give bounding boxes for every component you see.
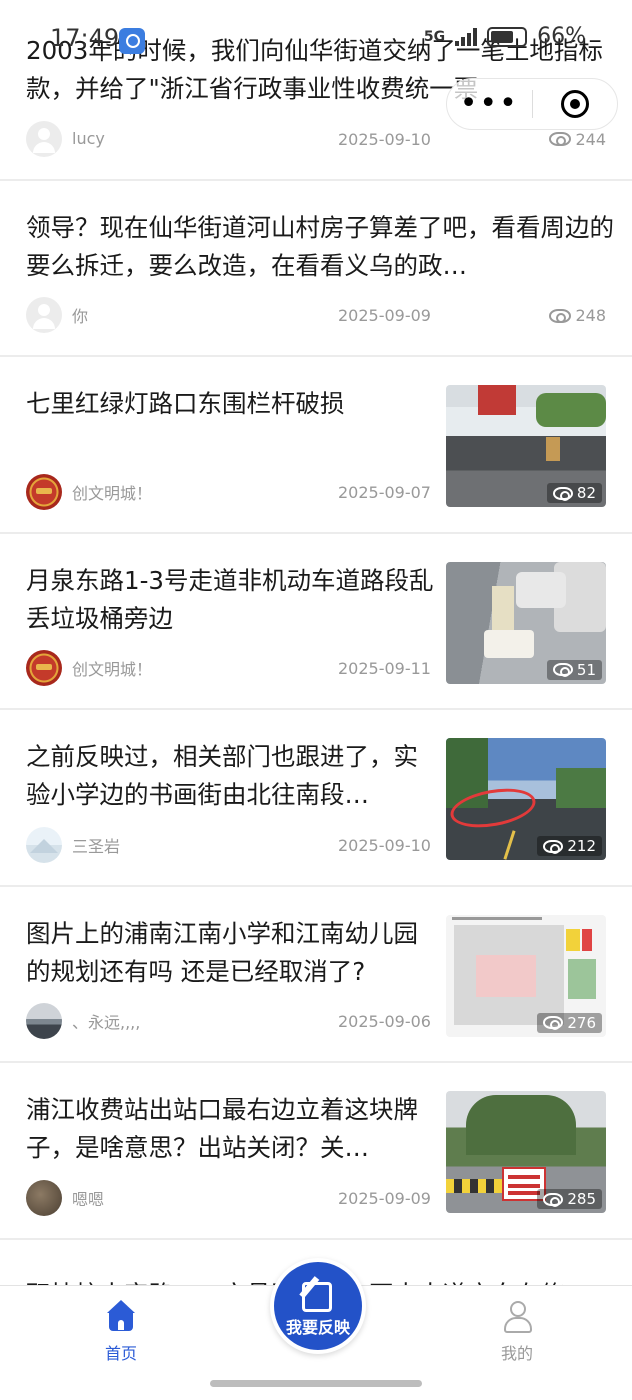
eye-icon (552, 486, 573, 501)
view-count-value: 285 (567, 1190, 596, 1208)
author-name: 嗯嗯 (72, 1189, 105, 1209)
thumbnail-detail (516, 571, 566, 608)
post-title: 领导？现在仙华街道河山村房子算差了吧，看看周边的要么拆迁，要么改造，在看看义乌的… (26, 212, 614, 280)
post-item[interactable]: 领导？现在仙华街道河山村房子算差了吧，看看周边的要么拆迁，要么改造，在看看义乌的… (0, 181, 632, 357)
submit-feedback-button[interactable]: 我要反映 (270, 1258, 366, 1354)
thumbnail-detail (446, 1179, 502, 1193)
view-count: 51 (546, 659, 602, 680)
post-date: 2025-09-09 (338, 306, 431, 325)
user-icon (501, 1300, 533, 1333)
view-count: 212 (537, 836, 602, 856)
post-date: 2025-09-11 (338, 659, 431, 678)
eye-icon (543, 1192, 564, 1207)
thumbnail-detail (452, 916, 542, 920)
post-feed: 2003年的时候，我们向仙华街道交纳了一笔土地指标款，并给了"浙江省行政事业性收… (0, 4, 632, 1309)
thumbnail-detail (536, 393, 606, 427)
tab-home[interactable]: 首页 (76, 1300, 166, 1364)
thumbnail-detail (566, 928, 580, 951)
home-icon (105, 1300, 137, 1332)
post-author: 、永远,,,, (26, 1003, 140, 1039)
avatar (26, 650, 62, 686)
thumbnail-detail (582, 928, 592, 951)
post-author: 你 (26, 297, 88, 333)
more-dots-icon[interactable]: ••• (447, 89, 532, 119)
post-item[interactable]: 浦江收费站出站口最右边立着这块牌子，是啥意思？出站关闭？关… 嗯嗯 2025-0… (0, 1063, 632, 1240)
view-count-value: 276 (567, 1013, 596, 1032)
view-count: 244 (549, 130, 606, 149)
view-count-value: 82 (576, 484, 596, 502)
author-name: 你 (72, 307, 89, 326)
post-date: 2025-09-10 (338, 129, 431, 149)
eye-icon (543, 1016, 564, 1030)
author-name: lucy (72, 129, 105, 148)
view-count-value: 248 (575, 306, 606, 325)
author-name: 、永远,,,, (72, 1013, 141, 1032)
eye-icon (543, 839, 564, 854)
view-count: 248 (549, 306, 606, 325)
author-name: 创文明城！ (72, 483, 153, 503)
post-author: 三圣岩 (26, 826, 121, 863)
tab-mine-label: 我的 (500, 1344, 533, 1363)
avatar (26, 473, 62, 510)
submit-feedback-label: 我要反映 (285, 1318, 350, 1337)
edit-icon (300, 1278, 336, 1312)
post-item[interactable]: 之前反映过，相关部门也跟进了，实验小学边的书画街由北往南段… 三圣岩 2025-… (0, 710, 632, 887)
post-thumbnail[interactable]: 212 (446, 738, 606, 860)
view-count: 276 (537, 1012, 602, 1033)
thumbnail-detail (492, 585, 514, 630)
post-date: 2025-09-07 (338, 482, 431, 502)
post-author: 创文明城！ (26, 473, 153, 510)
thumbnail-detail (478, 385, 516, 415)
post-item[interactable]: 月泉东路1-3号走道非机动车道路段乱丢垃圾桶旁边 创文明城！ 2025-09-1… (0, 534, 632, 710)
eye-icon (549, 132, 572, 146)
post-thumbnail[interactable]: 285 (446, 1091, 606, 1213)
post-date: 2025-09-09 (338, 1188, 431, 1208)
post-author: 嗯嗯 (26, 1179, 105, 1216)
eye-icon (552, 663, 573, 677)
post-title: 之前反映过，相关部门也跟进了，实验小学边的书画街由北往南段… (26, 742, 418, 809)
thumbnail-detail (546, 437, 560, 461)
tab-mine[interactable]: 我的 (472, 1300, 562, 1364)
post-thumbnail[interactable]: 82 (446, 385, 606, 507)
view-count-value: 51 (576, 660, 596, 679)
thumbnail-detail (466, 1095, 576, 1155)
post-author: lucy (26, 120, 105, 157)
view-count-value: 212 (567, 837, 596, 855)
post-thumbnail[interactable]: 276 (446, 914, 606, 1037)
post-title: 七里红绿灯路口东围栏杆破损 (26, 389, 345, 418)
default-avatar-icon (26, 297, 62, 333)
post-date: 2025-09-06 (338, 1012, 431, 1031)
post-date: 2025-09-10 (338, 835, 431, 855)
view-count: 82 (546, 483, 602, 503)
avatar (26, 826, 62, 863)
view-count: 285 (537, 1189, 602, 1209)
post-title: 浦江收费站出站口最右边立着这块牌子，是啥意思？出站关闭？关… (26, 1095, 418, 1162)
author-name: 三圣岩 (72, 836, 121, 856)
author-name: 创文明城！ (72, 660, 153, 679)
post-title: 月泉东路1-3号走道非机动车道路段乱丢垃圾桶旁边 (26, 565, 434, 633)
thumbnail-detail (484, 629, 534, 658)
thumbnail-detail (476, 954, 536, 997)
home-indicator[interactable] (210, 1380, 422, 1387)
avatar (26, 1003, 62, 1039)
target-close-icon (560, 90, 589, 118)
post-author: 创文明城！ (26, 650, 152, 686)
thumbnail-detail (503, 830, 516, 860)
avatar (26, 1179, 62, 1216)
post-item[interactable]: 七里红绿灯路口东围栏杆破损 创文明城！ 2025-09-07 82 (0, 357, 632, 534)
mini-program-capsule: ••• (446, 78, 618, 130)
default-avatar-icon (26, 120, 62, 157)
tab-home-label: 首页 (104, 1344, 137, 1363)
close-mini-program-button[interactable] (533, 90, 618, 118)
thumbnail-detail (556, 768, 606, 808)
post-title: 图片上的浦南江南小学和江南幼儿园的规划还有吗 还是已经取消了? (26, 918, 418, 986)
view-count-value: 244 (575, 129, 606, 149)
thumbnail-detail (568, 958, 596, 999)
eye-icon (549, 308, 572, 323)
post-item[interactable]: 图片上的浦南江南小学和江南幼儿园的规划还有吗 还是已经取消了? 、永远,,,, … (0, 887, 632, 1063)
post-thumbnail[interactable]: 51 (446, 561, 606, 684)
